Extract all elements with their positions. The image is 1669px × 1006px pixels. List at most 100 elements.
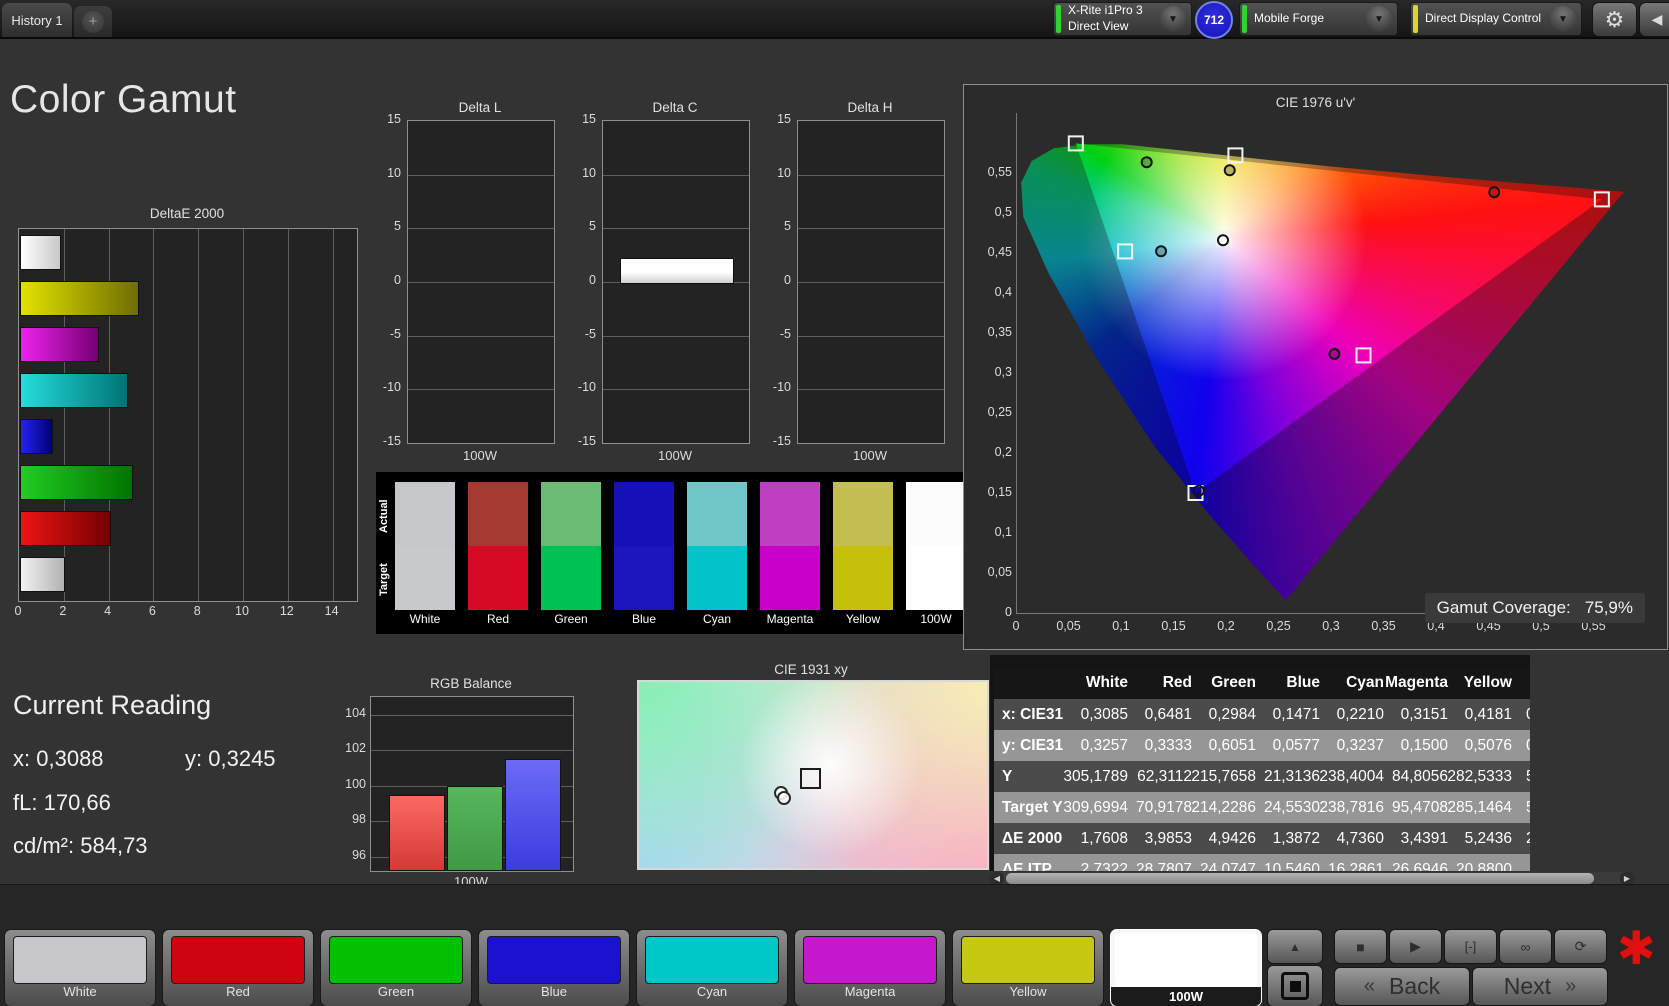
table-cell-clipped: 0 (1520, 699, 1530, 730)
settings-gear-button[interactable]: ⚙ (1592, 2, 1637, 37)
table-header-row: White Red Green Blue Cyan Magenta Yellow (994, 667, 1530, 698)
delta-y-tick: 5 (394, 219, 401, 234)
cie76-x-tick: 0,1 (1112, 619, 1130, 633)
delta-y-tick: 15 (387, 112, 401, 126)
table-cell: 4,7360 (1336, 829, 1384, 847)
pattern-button-red[interactable]: Red (162, 929, 314, 1006)
deltae-bar-chart (18, 228, 358, 602)
pattern-button-cyan[interactable]: Cyan (636, 929, 788, 1006)
target-swatch (760, 546, 820, 610)
cie76-y-tick: 0,4 (994, 285, 1012, 299)
pattern-button-yellow[interactable]: Yellow (952, 929, 1104, 1006)
pattern-label: 100W (1111, 987, 1261, 1006)
table-cell: 24,0747 (1199, 860, 1256, 872)
table-row-2: y: CIE31 0,3257 0,3333 0,6051 0,0577 0,3237 0,… (994, 730, 1530, 761)
delta-chart-title: Delta H (847, 100, 893, 115)
pattern-window-button[interactable] (1267, 965, 1323, 1006)
table-cell: 2,7322 (1080, 860, 1128, 872)
gear-icon: ⚙ (1604, 6, 1625, 32)
cie76-x-tick: 0 (1012, 619, 1020, 633)
delta-gridline (798, 335, 944, 337)
table-cell: 215,7658 (1191, 767, 1256, 785)
table-cell-clipped: 5 (1520, 761, 1530, 792)
add-tab-button[interactable]: + (74, 6, 112, 37)
table-cell: 0,3333 (1144, 736, 1192, 754)
deltae-bar-magenta (20, 327, 100, 362)
delta-chart-footer: 100W (658, 448, 692, 463)
table-cell: 0,3151 (1400, 705, 1448, 723)
table-cell: 3,9853 (1144, 829, 1192, 847)
delta-gridline (408, 389, 554, 391)
measured-marker-cyan (1155, 245, 1168, 258)
deltae-x-tick: 4 (104, 604, 112, 618)
back-button[interactable]: « Back (1334, 967, 1470, 1006)
delta-gridline (408, 174, 554, 176)
up-arrow-icon: ▲ (1289, 939, 1301, 954)
table-cell: 20,8800 (1455, 860, 1512, 872)
next-button[interactable]: Next » (1472, 967, 1608, 1006)
actual-swatch (395, 482, 455, 546)
pattern-swatch (645, 936, 779, 984)
transport-play-button[interactable]: ▶ (1389, 929, 1442, 964)
cie76-y-tick: 0,3 (994, 365, 1012, 379)
table-cell: 5,2436 (1464, 829, 1512, 847)
chevron-down-icon: ▼ (1550, 6, 1576, 32)
delta-chart-delta-h (797, 120, 945, 444)
tab-history-1[interactable]: History 1 (2, 3, 72, 37)
cie76-y-tick: 0 (1005, 605, 1012, 619)
pattern-swatch (1115, 933, 1257, 987)
deltae-x-tick: 14 (324, 604, 339, 618)
step-icon: [-] (1464, 939, 1477, 954)
delta-gridline (603, 228, 749, 230)
delta-gridline (798, 282, 944, 283)
delta-gridline (798, 228, 944, 230)
transport-loop-button[interactable]: ∞ (1499, 929, 1552, 964)
transport-stop-button[interactable]: ■ (1334, 929, 1387, 964)
pattern-button-magenta[interactable]: Magenta (794, 929, 946, 1006)
table-cell-clipped: 5 (1520, 792, 1530, 823)
deltae-bar-100w (20, 557, 66, 592)
delta-gridline (798, 389, 944, 391)
source-dropdown[interactable]: Mobile Forge ▼ (1239, 2, 1398, 36)
meter-dropdown[interactable]: X-Rite i1Pro 3 Direct View ▼ (1053, 2, 1192, 36)
cie76-y-tick: 0,45 (987, 245, 1012, 259)
table-cell: 1,7608 (1080, 829, 1128, 847)
measured-marker-white (1217, 234, 1230, 247)
deltae-x-tick: 12 (279, 604, 294, 618)
delta-y-tick: 10 (387, 165, 401, 180)
table-header-cell: Red (1162, 673, 1192, 691)
table-cell: 0,5076 (1464, 736, 1512, 754)
swatch-label: Red (486, 612, 509, 626)
collapse-panel-button[interactable]: ◀ (1639, 2, 1669, 37)
pattern-button-blue[interactable]: Blue (478, 929, 630, 1006)
table-cell: 0,1471 (1272, 705, 1320, 723)
delta-gridline (408, 335, 554, 337)
pattern-up-button[interactable]: ▲ (1267, 929, 1323, 964)
notification-asterisk-icon[interactable]: ✱ (1617, 921, 1656, 975)
scrollbar-thumb[interactable] (1006, 873, 1594, 884)
target-marker-yellow (1227, 147, 1244, 164)
pattern-button-green[interactable]: Green (320, 929, 472, 1006)
plus-icon: + (82, 10, 104, 33)
swatch-label: Magenta (766, 612, 814, 626)
display-control-dropdown[interactable]: Direct Display Control ▼ (1410, 2, 1582, 36)
delta-y-tick: -5 (779, 326, 791, 341)
measured-marker-red (1488, 186, 1501, 199)
meter-count-badge[interactable]: 712 (1195, 1, 1233, 39)
transport-step-button[interactable]: [-] (1444, 929, 1497, 964)
delta-y-tick: 0 (589, 273, 596, 287)
deltae-gridline (287, 229, 289, 601)
actual-swatch (760, 482, 820, 546)
pattern-label: White (63, 984, 97, 999)
delta-bar (620, 258, 734, 284)
pattern-button-100w[interactable]: 100W (1110, 929, 1262, 1006)
delta-chart-title: Delta C (652, 100, 698, 115)
transport-refresh-button[interactable]: ⟳ (1554, 929, 1607, 964)
delta-gridline (408, 282, 554, 283)
current-reading-title: Current Reading (13, 690, 212, 720)
table-cell: 0,2984 (1208, 705, 1256, 723)
pattern-button-white[interactable]: White (4, 929, 156, 1006)
display-control-name: Direct Display Control (1425, 11, 1542, 26)
deltae-chart-title: DeltaE 2000 (149, 206, 225, 221)
table-cell: 0,3257 (1080, 736, 1128, 754)
